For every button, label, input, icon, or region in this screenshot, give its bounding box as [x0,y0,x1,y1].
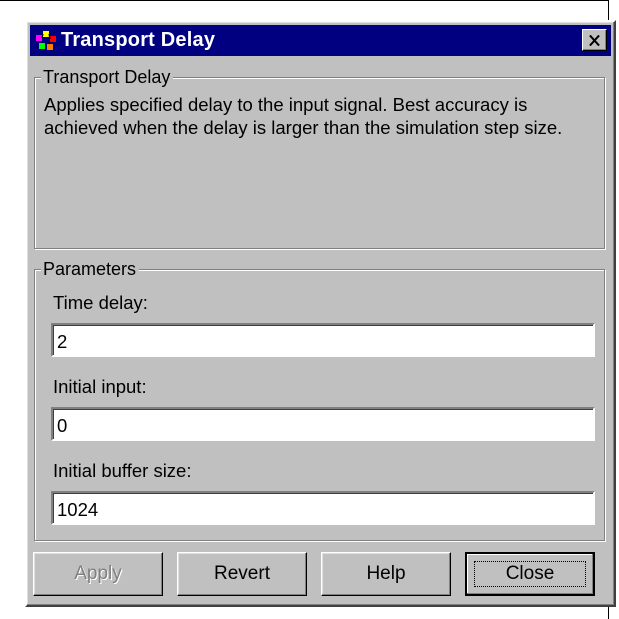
initial-input-label: Initial input: [53,376,147,397]
time-delay-label: Time delay: [53,292,148,313]
revert-button[interactable]: Revert [177,552,307,596]
close-icon [589,34,600,46]
description-group-legend: Transport Delay [41,66,174,88]
parameters-group: Parameters Time delay: Initial input: In… [34,258,605,541]
block-description: Applies specified delay to the input sig… [44,94,563,138]
window-close-button[interactable] [582,29,607,51]
description-group: Transport Delay Applies specified delay … [34,66,605,249]
help-button[interactable]: Help [321,552,451,596]
initial-buffer-size-input[interactable] [51,491,595,525]
title-bar[interactable]: Transport Delay [30,25,611,56]
time-delay-input[interactable] [51,323,595,357]
simulink-block-icon [36,30,56,50]
window-title: Transport Delay [61,29,216,51]
transport-delay-dialog: Transport Delay Transport Delay Applies … [25,20,616,607]
close-button[interactable]: Close [465,552,595,596]
focus-ring [474,561,586,587]
initial-buffer-size-label: Initial buffer size: [53,460,192,481]
initial-input-input[interactable] [51,407,595,441]
apply-button[interactable]: Apply [33,552,163,596]
parameters-group-legend: Parameters [41,258,140,280]
